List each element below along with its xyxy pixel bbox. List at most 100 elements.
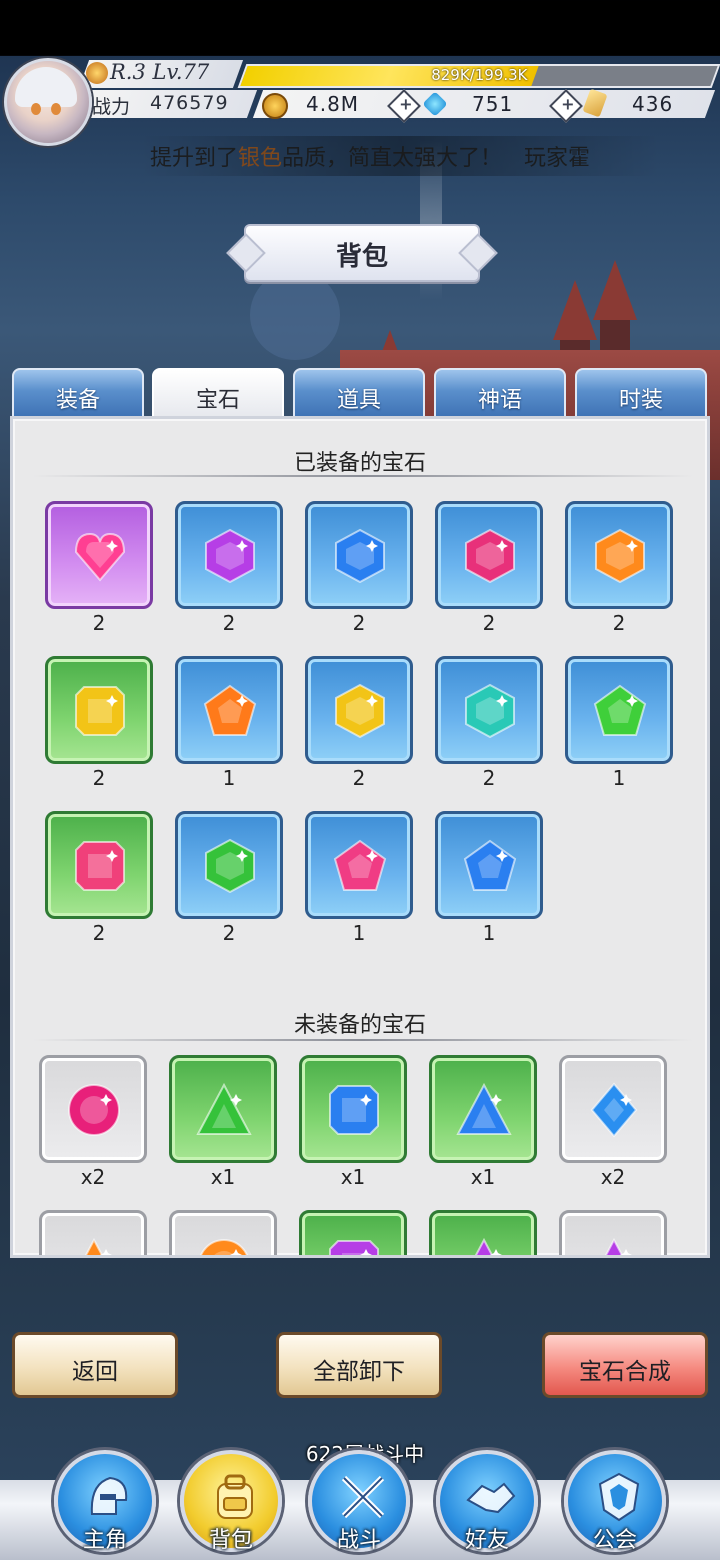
tab-items[interactable]: 道具 xyxy=(293,368,425,418)
gem-slot[interactable] xyxy=(175,811,283,919)
gem-slot[interactable] xyxy=(565,501,673,609)
tab-fashion[interactable]: 时装 xyxy=(575,368,707,418)
gem-circle-icon xyxy=(200,1239,248,1255)
gem-hex-icon xyxy=(595,528,645,584)
gem-count: 2 xyxy=(222,611,236,635)
gem-slot[interactable] xyxy=(305,656,413,764)
nav-label: 背包 xyxy=(208,1528,253,1553)
announcement-marquee: 提升到了银色品质，简直太强大了！ 玩家霍 xyxy=(140,136,660,176)
gem-slot[interactable] xyxy=(175,656,283,764)
tab-label: 时装 xyxy=(618,388,663,413)
gem-count: x2 xyxy=(80,1165,106,1189)
gem-inventory-panel[interactable]: 已装备的宝石 2 2 2 2 2 2 1 2 2 1 2 2 1 1 未装备的宝石 x2 x1 x1 x1 x2 xyxy=(10,416,710,1258)
rank-badge-icon xyxy=(86,62,108,84)
tab-label: 宝石 xyxy=(195,388,240,413)
gem-square-icon xyxy=(75,841,125,891)
gem-slot[interactable] xyxy=(299,1210,407,1255)
gem-slot[interactable] xyxy=(429,1210,537,1255)
gem-slot[interactable] xyxy=(559,1210,667,1255)
gem-square-icon xyxy=(75,686,125,736)
gem-count: x1 xyxy=(210,1165,236,1189)
back-button-label: 返回 xyxy=(72,1359,118,1385)
nav-handshake-button[interactable]: 好友 xyxy=(436,1450,538,1553)
player-avatar[interactable] xyxy=(4,58,92,146)
gem-count: 2 xyxy=(92,611,106,635)
helmet-icon xyxy=(82,1470,136,1524)
gem-square-icon xyxy=(329,1085,379,1135)
gem-pent-icon xyxy=(463,839,517,891)
nav-label: 好友 xyxy=(464,1528,509,1553)
gem-tri-icon xyxy=(196,1082,252,1135)
page-title: 背包 xyxy=(335,242,388,272)
equipped-section-title: 已装备的宝石 xyxy=(293,451,426,476)
power-value: 476579 xyxy=(150,92,229,114)
backpack-icon xyxy=(208,1470,262,1524)
gem-slot[interactable] xyxy=(299,1055,407,1163)
gem-slot[interactable] xyxy=(559,1055,667,1163)
unequip-all-button[interactable]: 全部卸下 xyxy=(276,1332,442,1398)
nav-helmet-button[interactable]: 主角 xyxy=(54,1450,156,1553)
gem-square-icon xyxy=(329,1240,379,1255)
gem-count: 2 xyxy=(352,611,366,635)
gem-count: 2 xyxy=(352,766,366,790)
nav-backpack-button[interactable]: 背包 xyxy=(180,1450,282,1553)
gold-coin-icon xyxy=(262,93,288,119)
gem-tri-icon xyxy=(84,1237,112,1255)
gem-count: x1 xyxy=(470,1165,496,1189)
gem-combine-button[interactable]: 宝石合成 xyxy=(542,1332,708,1398)
crossed-swords-icon xyxy=(336,1470,390,1524)
tab-label: 道具 xyxy=(336,388,381,413)
gem-count: 2 xyxy=(92,766,106,790)
gem-hex-icon xyxy=(465,528,515,584)
gem-hex-icon xyxy=(205,838,255,894)
nav-crossed-swords-button[interactable]: 战斗 xyxy=(308,1450,410,1553)
gem-slot[interactable] xyxy=(305,811,413,919)
gem-slot[interactable] xyxy=(565,656,673,764)
nav-label: 战斗 xyxy=(336,1528,381,1553)
gem-count: 1 xyxy=(352,921,366,945)
gem-count: 1 xyxy=(612,766,626,790)
gem-slot[interactable] xyxy=(305,501,413,609)
gem-pent-icon xyxy=(203,684,257,736)
ticket-amount: 436 xyxy=(632,92,674,116)
gem-hex-icon xyxy=(335,528,385,584)
gem-slot[interactable] xyxy=(169,1055,277,1163)
marquee-highlight: 银色 xyxy=(238,146,283,171)
gold-amount: 4.8M xyxy=(306,92,360,116)
gem-slot[interactable] xyxy=(429,1055,537,1163)
gem-slot[interactable] xyxy=(45,811,153,919)
back-button[interactable]: 返回 xyxy=(12,1332,178,1398)
section-divider xyxy=(33,475,693,477)
gem-slot[interactable] xyxy=(39,1210,147,1255)
gem-combine-label: 宝石合成 xyxy=(579,1359,671,1385)
marquee-text-pre: 提升到了 xyxy=(150,146,239,171)
gem-slot[interactable] xyxy=(435,501,543,609)
gem-count: 2 xyxy=(92,921,106,945)
gem-diamond-icon xyxy=(590,1082,638,1138)
gem-slot[interactable] xyxy=(45,656,153,764)
nav-label: 主角 xyxy=(82,1528,127,1553)
gem-slot[interactable] xyxy=(175,501,283,609)
marquee-text-post: 品质，简直太强大了！ 玩家霍 xyxy=(282,146,591,171)
gem-count: x2 xyxy=(600,1165,626,1189)
gem-hex-icon xyxy=(205,528,255,584)
tab-equipment[interactable]: 装备 xyxy=(12,368,144,418)
gem-circle-icon xyxy=(68,1084,120,1136)
unequip-all-label: 全部卸下 xyxy=(313,1359,405,1385)
gem-slot[interactable] xyxy=(39,1055,147,1163)
diamond-amount: 751 xyxy=(472,92,514,116)
gem-slot[interactable] xyxy=(435,811,543,919)
gem-hex-icon xyxy=(335,683,385,739)
gem-count: 2 xyxy=(222,921,236,945)
gem-hex-icon xyxy=(465,683,515,739)
gem-slot[interactable] xyxy=(45,501,153,609)
tab-runes[interactable]: 神语 xyxy=(434,368,566,418)
gem-slot[interactable] xyxy=(435,656,543,764)
page-title-plate: 背包 xyxy=(244,224,480,282)
nav-guild-crest-button[interactable]: 公会 xyxy=(564,1450,666,1553)
nav-label: 公会 xyxy=(592,1528,637,1553)
gem-slot[interactable] xyxy=(169,1210,277,1255)
gem-count: 2 xyxy=(612,611,626,635)
tab-gems[interactable]: 宝石 xyxy=(152,368,284,418)
xp-bar: 829K/199.3K xyxy=(237,64,720,88)
